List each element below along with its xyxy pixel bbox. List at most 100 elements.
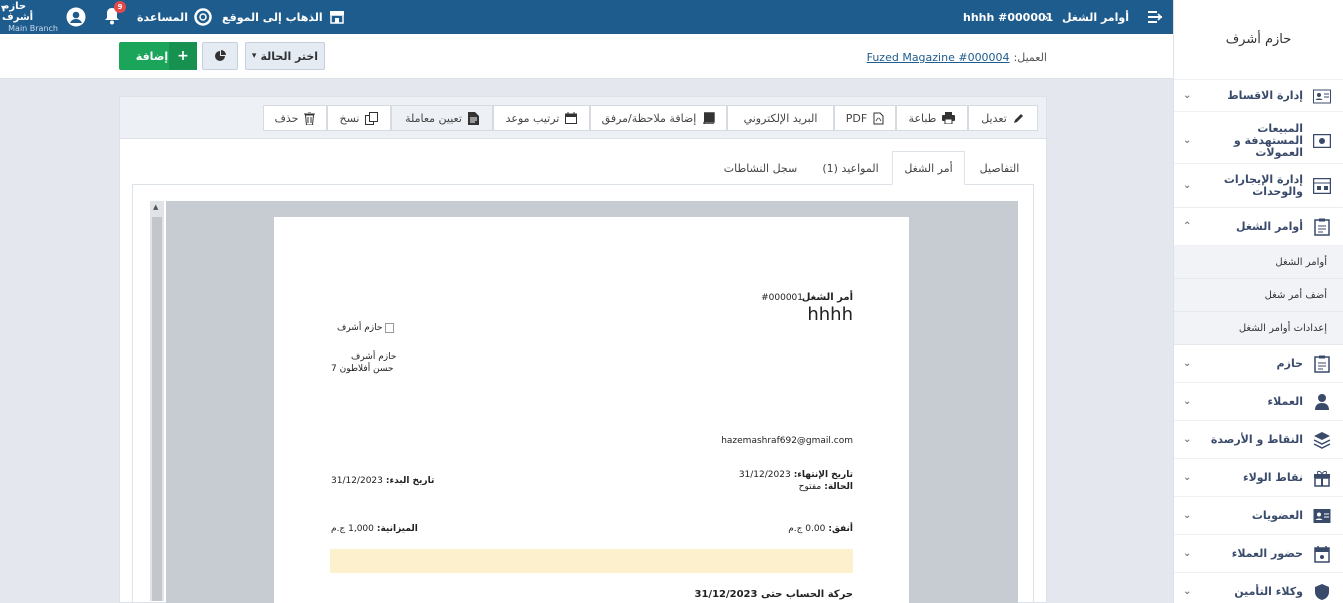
notification-count-badge: 9 xyxy=(114,0,126,13)
assign-label: تعيين معاملة xyxy=(405,111,462,125)
tab-appointments[interactable]: المواعيد (1) xyxy=(809,151,892,185)
book-icon xyxy=(703,112,716,124)
start-date-row: تاريخ البدء: 31/12/2023 xyxy=(331,476,434,486)
collapse-sidebar-button[interactable] xyxy=(1144,0,1166,34)
edit-button[interactable]: تعديل xyxy=(968,105,1038,131)
breadcrumb-parent[interactable]: أوامر الشغل xyxy=(1062,0,1129,34)
sidebar-item-label: نقاط الولاء xyxy=(1242,470,1303,484)
add-button-label: إضافة xyxy=(135,49,169,63)
logo-alt-text: حازم أشرف xyxy=(337,323,383,333)
layers-icon xyxy=(1311,429,1333,451)
sidebar-subitem-work-order-settings[interactable]: إعدادات أوامر الشغل xyxy=(1174,312,1343,345)
sidebar-item-client-attendance[interactable]: حضور العملاء ⌄ xyxy=(1174,535,1343,573)
sidebar-item-loyalty-points[interactable]: نقاط الولاء ⌄ xyxy=(1174,459,1343,497)
chevron-down-icon: ⌄ xyxy=(1183,548,1192,559)
work-order-card: تعديل طباعة PDF البريد الإلكتروني إضافة … xyxy=(119,96,1047,603)
sidebar-item-memberships[interactable]: العضويات ⌄ xyxy=(1174,497,1343,535)
sidebar-item-label: وكلاء التأمين xyxy=(1234,584,1303,598)
chevron-down-icon: ⌄ xyxy=(1183,472,1192,483)
sidebar-item-rentals[interactable]: إدارة الإيجارات والوحدات ⌄ xyxy=(1174,164,1343,208)
clipboard-icon xyxy=(1311,353,1333,375)
client-link[interactable]: Fuzed Magazine #000004 xyxy=(867,51,1010,64)
print-button[interactable]: طباعة xyxy=(896,105,968,131)
viewer-scrollbar[interactable]: ▲ xyxy=(150,201,164,601)
tab-details[interactable]: التفاصيل xyxy=(965,151,1034,185)
sidebar-item-clients[interactable]: العملاء ⌄ xyxy=(1174,383,1343,421)
avatar[interactable] xyxy=(66,0,86,34)
sidebar-subitem-add-work-order[interactable]: أضف أمر شغل xyxy=(1174,279,1343,312)
shield-icon xyxy=(1311,581,1333,603)
scrollbar-thumb[interactable] xyxy=(152,217,162,601)
sidebar-item-label: أوامر الشغل xyxy=(1236,219,1303,233)
visit-site-link[interactable]: الذهاب إلى الموقع xyxy=(222,0,345,34)
budget-label: الميزانية: xyxy=(376,524,418,534)
clipboard-icon xyxy=(1311,216,1333,238)
sidebar-subitem-work-orders[interactable]: أوامر الشغل xyxy=(1174,246,1343,279)
sidebar-item-label: إدارة الإيجارات والوحدات xyxy=(1223,172,1303,198)
chevron-down-icon: ⌄ xyxy=(1183,586,1192,597)
sidebar-item-label: المبيعات المستهدفة و العمولات xyxy=(1233,121,1303,159)
tab-activity-log[interactable]: سجل النشاطات xyxy=(712,151,809,185)
sidebar-item-insurance-agents[interactable]: وكلاء التأمين ⌄ xyxy=(1174,573,1343,603)
store-icon xyxy=(329,11,344,24)
add-button[interactable]: إضافة + xyxy=(119,42,197,70)
edit-label: تعديل xyxy=(981,111,1007,125)
tab-work-order[interactable]: أمر الشغل xyxy=(892,151,965,185)
pdf-button[interactable]: PDF xyxy=(834,105,896,131)
schedule-button[interactable]: ترتيب موعد xyxy=(493,105,590,131)
pdf-file-icon xyxy=(873,112,884,124)
company-email: hazemashraf692@gmail.com xyxy=(721,436,853,446)
add-note-button[interactable]: إضافة ملاحظة/مرفق xyxy=(590,105,727,131)
email-button[interactable]: البريد الإلكتروني xyxy=(727,105,834,131)
reports-button[interactable] xyxy=(202,42,238,70)
assign-transaction-button[interactable]: تعيين معاملة xyxy=(391,105,493,131)
delete-button[interactable]: حذف xyxy=(263,105,327,131)
gift-icon xyxy=(1311,467,1333,489)
notifications-button[interactable]: 9 xyxy=(104,0,126,34)
sidebar-item-installments[interactable]: إدارة الاقساط ⌄ xyxy=(1174,80,1343,112)
user-menu-caret-icon: ▾ xyxy=(1,2,6,12)
sidebar-item-work-orders[interactable]: أوامر الشغل ⌃ xyxy=(1174,208,1343,246)
copy-button[interactable]: نسخ xyxy=(327,105,391,131)
printer-icon xyxy=(942,112,956,124)
email-label: البريد الإلكتروني xyxy=(743,111,818,125)
sidebar-item-points-balances[interactable]: النقاط و الأرصدة ⌄ xyxy=(1174,421,1343,459)
status-select[interactable]: ▾ اختر الحالة xyxy=(245,42,325,70)
user-avatar-icon xyxy=(66,7,86,27)
chevron-down-icon: ⌄ xyxy=(1183,358,1192,369)
sidebar-item-label: النقاط و الأرصدة xyxy=(1210,432,1303,446)
breadcrumb-current: hhhh #000001 xyxy=(963,10,1054,24)
spent-row: أنفق: 0.00 ج.م xyxy=(788,524,853,534)
spent-label: أنفق: xyxy=(828,524,853,534)
scroll-up-icon[interactable]: ▲ xyxy=(153,203,158,211)
sidebar-item-targeted-sales[interactable]: المبيعات المستهدفة و العمولات ⌄ xyxy=(1174,118,1343,164)
start-date-label: تاريخ البدء: xyxy=(385,476,435,486)
user-menu[interactable]: حازم أشرف Main Branch xyxy=(2,0,58,34)
highlight-band xyxy=(330,549,853,573)
copy-label: نسخ xyxy=(339,111,360,125)
add-note-label: إضافة ملاحظة/مرفق xyxy=(601,111,697,125)
doc-name: hhhh xyxy=(807,304,853,325)
company-address: 7 حسن أفلاطون xyxy=(331,364,394,374)
sidebar-item-hazem[interactable]: حازم ⌄ xyxy=(1174,345,1343,383)
lifebuoy-icon xyxy=(194,8,212,26)
menu-toggle-icon xyxy=(1148,11,1163,23)
pie-chart-icon xyxy=(215,50,226,61)
status-label: الحالة: xyxy=(824,482,853,492)
money-icon xyxy=(1311,130,1333,152)
status-value: مفتوح xyxy=(798,482,822,492)
pencil-icon xyxy=(1013,114,1023,123)
delete-label: حذف xyxy=(274,111,299,125)
action-toolbar: تعديل طباعة PDF البريد الإلكتروني إضافة … xyxy=(120,97,1046,139)
chevron-down-icon: ⌄ xyxy=(1183,90,1192,101)
trash-icon xyxy=(304,111,316,125)
chevron-down-icon: ⌄ xyxy=(1183,510,1192,521)
sidebar-user-name: حازم أشرف xyxy=(1174,0,1343,80)
company-name: حازم أشرف xyxy=(351,352,397,362)
chevron-down-icon: ⌄ xyxy=(1183,396,1192,407)
rental-icon xyxy=(1311,175,1333,197)
help-link[interactable]: المساعدة xyxy=(137,0,212,34)
top-bar: أوامر الشغل › hhhh #000001 الذهاب إلى ال… xyxy=(0,0,1173,34)
status-select-label: اختر الحالة xyxy=(260,49,319,63)
copy-icon xyxy=(365,111,379,125)
